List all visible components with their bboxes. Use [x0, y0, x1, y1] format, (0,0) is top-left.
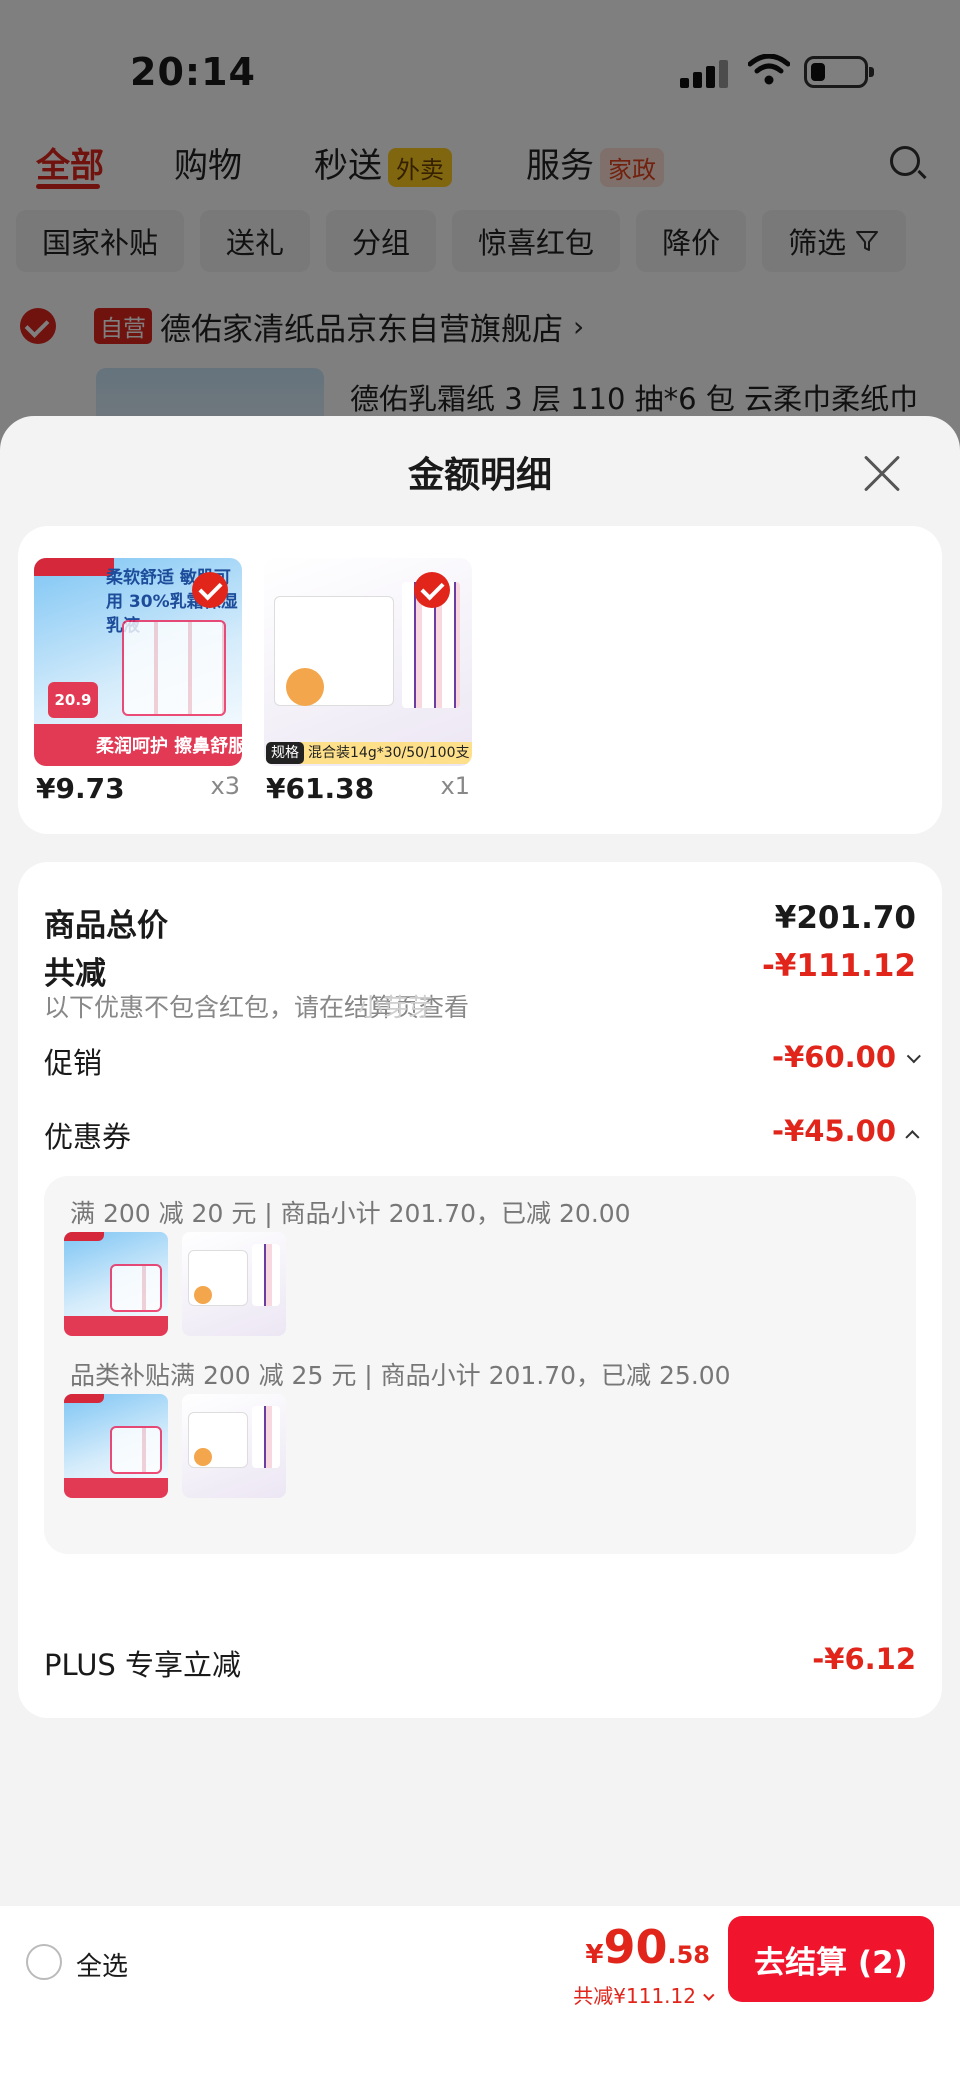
product-price: ¥9.73: [36, 772, 125, 805]
total-price-label: 商品总价: [44, 908, 168, 944]
watermark: 小芽芽: [358, 993, 434, 1022]
total-currency: ¥: [585, 1940, 604, 1970]
spec-tag: 规格 混合装14g*30/50/100支: [266, 742, 472, 764]
total-price-value: ¥201.70: [774, 900, 916, 936]
tissue-boxes-graphic: [110, 1264, 162, 1312]
product-quantity: x3: [210, 772, 240, 800]
product-price: ¥61.38: [266, 772, 375, 805]
total-integer: 90: [603, 1920, 668, 1974]
image-stripe-text: 柔润呵护 擦鼻舒服: [96, 736, 242, 757]
spec-tag-text: 混合装14g*30/50/100支: [308, 745, 470, 761]
treat-tubes-graphic: [252, 1406, 280, 1468]
coupon-product-thumbnail: [182, 1394, 286, 1498]
coupon-amount: -¥45.00: [772, 1114, 896, 1148]
price-breakdown-card: 商品总价 ¥201.70 共减 -¥111.12 以下优惠不包含红包，请在结算页…: [18, 862, 942, 1718]
plus-discount-value: -¥6.12: [812, 1642, 916, 1676]
saved-amount-text: 共减¥111.12: [573, 1984, 696, 2008]
chevron-down-icon: [906, 1049, 921, 1064]
chevron-up-icon: [905, 1130, 920, 1145]
saved-amount[interactable]: 共减¥111.12: [573, 1980, 715, 2009]
brand-logo: [34, 558, 114, 576]
discount-total-label: 共减: [44, 956, 106, 992]
close-icon[interactable]: [862, 454, 902, 494]
brand-logo: [64, 1394, 104, 1403]
selected-check-icon: [192, 572, 228, 608]
total-decimal: .58: [667, 1941, 710, 1969]
checkout-bar: 全选 ¥90.58 共减¥111.12 去结算 (2): [0, 1906, 960, 2086]
discount-total-value: -¥111.12: [761, 948, 916, 984]
product-quantity: x1: [440, 772, 470, 800]
promotion-label: 促销: [44, 1046, 103, 1080]
promotion-amount: -¥60.00: [772, 1040, 896, 1074]
brand-logo: [64, 1232, 104, 1241]
coupon-product-thumbnail: [182, 1232, 286, 1336]
coupon-details-panel: 满 200 减 20 元 | 商品小计 201.70，已减 20.00 品类补贴…: [44, 1176, 916, 1554]
amount-detail-sheet: 金额明细 柔软舒适 敏肌可用 30%乳霜保湿乳液 20.9 柔润呵护 擦鼻舒服 …: [0, 416, 960, 2086]
checkout-button[interactable]: 去结算 (2): [728, 1916, 934, 2002]
product-item[interactable]: 规格 混合装14g*30/50/100支 ¥61.38 x1: [264, 558, 472, 805]
select-all-label[interactable]: 全选: [76, 1946, 128, 1983]
promotion-value: -¥60.00: [772, 1040, 921, 1074]
sheet-title: 金额明细: [407, 455, 552, 496]
total-amount: ¥90.58: [585, 1920, 710, 1974]
select-all-checkbox[interactable]: [26, 1944, 62, 1980]
image-stripe: [64, 1316, 168, 1336]
coupon-label: 优惠券: [44, 1120, 132, 1154]
product-item[interactable]: 柔软舒适 敏肌可用 30%乳霜保湿乳液 20.9 柔润呵护 擦鼻舒服 ¥9.73…: [34, 558, 242, 805]
plus-discount-label: PLUS 专享立减: [44, 1648, 242, 1682]
image-price-badge: 20.9: [48, 682, 98, 718]
treat-bowl-graphic: [194, 1448, 212, 1466]
coupon-product-thumbnail: [64, 1232, 168, 1336]
image-stripe: [64, 1478, 168, 1498]
selected-products-card: 柔软舒适 敏肌可用 30%乳霜保湿乳液 20.9 柔润呵护 擦鼻舒服 ¥9.73…: [18, 526, 942, 834]
chevron-down-icon: [703, 1989, 715, 2001]
coupon-detail-text: 满 200 减 20 元 | 商品小计 201.70，已减 20.00: [70, 1199, 631, 1228]
coupon-value: -¥45.00: [772, 1114, 920, 1148]
spec-tag-label: 规格: [266, 742, 304, 764]
tissue-boxes-graphic: [122, 620, 226, 716]
treat-bowl-graphic: [194, 1286, 212, 1304]
tissue-boxes-graphic: [110, 1426, 162, 1474]
selected-check-icon: [414, 572, 450, 608]
coupon-product-thumbnail: [64, 1394, 168, 1498]
treat-bowl-graphic: [286, 668, 324, 706]
coupon-detail-text: 品类补贴满 200 减 25 元 | 商品小计 201.70，已减 25.00: [70, 1361, 731, 1390]
treat-tubes-graphic: [252, 1244, 280, 1306]
